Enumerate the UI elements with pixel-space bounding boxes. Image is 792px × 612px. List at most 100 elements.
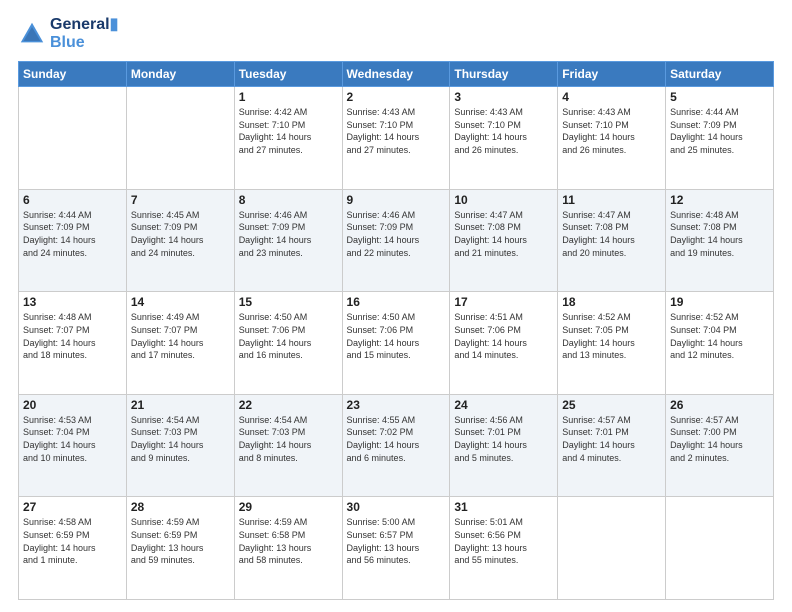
calendar-cell: 5 Sunrise: 4:44 AM Sunset: 7:09 PM Daylig… xyxy=(666,87,774,190)
day-info: Sunrise: 4:59 AM Sunset: 6:58 PM Dayligh… xyxy=(239,516,338,566)
day-info: Sunrise: 4:56 AM Sunset: 7:01 PM Dayligh… xyxy=(454,414,553,464)
calendar-week-5: 27 Sunrise: 4:58 AM Sunset: 6:59 PM Dayli… xyxy=(19,497,774,600)
calendar-cell: 22 Sunrise: 4:54 AM Sunset: 7:03 PM Dayli… xyxy=(234,394,342,497)
calendar-cell: 13 Sunrise: 4:48 AM Sunset: 7:07 PM Dayli… xyxy=(19,292,127,395)
day-number: 5 xyxy=(670,90,769,104)
page: General▮ Blue SundayMondayTuesdayWednesd… xyxy=(0,0,792,612)
calendar-cell: 10 Sunrise: 4:47 AM Sunset: 7:08 PM Dayli… xyxy=(450,189,558,292)
day-number: 20 xyxy=(23,398,122,412)
day-number: 12 xyxy=(670,193,769,207)
calendar-cell xyxy=(126,87,234,190)
day-info: Sunrise: 4:43 AM Sunset: 7:10 PM Dayligh… xyxy=(562,106,661,156)
day-number: 1 xyxy=(239,90,338,104)
day-number: 15 xyxy=(239,295,338,309)
day-info: Sunrise: 4:47 AM Sunset: 7:08 PM Dayligh… xyxy=(454,209,553,259)
day-info: Sunrise: 4:50 AM Sunset: 7:06 PM Dayligh… xyxy=(347,311,446,361)
weekday-header-wednesday: Wednesday xyxy=(342,62,450,87)
calendar-header: SundayMondayTuesdayWednesdayThursdayFrid… xyxy=(19,62,774,87)
day-info: Sunrise: 4:49 AM Sunset: 7:07 PM Dayligh… xyxy=(131,311,230,361)
calendar-table: SundayMondayTuesdayWednesdayThursdayFrid… xyxy=(18,61,774,600)
calendar-cell: 1 Sunrise: 4:42 AM Sunset: 7:10 PM Daylig… xyxy=(234,87,342,190)
calendar-cell: 18 Sunrise: 4:52 AM Sunset: 7:05 PM Dayli… xyxy=(558,292,666,395)
day-number: 9 xyxy=(347,193,446,207)
weekday-header-tuesday: Tuesday xyxy=(234,62,342,87)
day-number: 21 xyxy=(131,398,230,412)
day-number: 26 xyxy=(670,398,769,412)
day-info: Sunrise: 4:48 AM Sunset: 7:07 PM Dayligh… xyxy=(23,311,122,361)
day-number: 2 xyxy=(347,90,446,104)
calendar-cell: 3 Sunrise: 4:43 AM Sunset: 7:10 PM Daylig… xyxy=(450,87,558,190)
calendar-week-4: 20 Sunrise: 4:53 AM Sunset: 7:04 PM Dayli… xyxy=(19,394,774,497)
day-info: Sunrise: 4:52 AM Sunset: 7:04 PM Dayligh… xyxy=(670,311,769,361)
day-number: 3 xyxy=(454,90,553,104)
day-info: Sunrise: 4:58 AM Sunset: 6:59 PM Dayligh… xyxy=(23,516,122,566)
day-number: 13 xyxy=(23,295,122,309)
day-number: 18 xyxy=(562,295,661,309)
day-info: Sunrise: 4:48 AM Sunset: 7:08 PM Dayligh… xyxy=(670,209,769,259)
calendar-cell: 9 Sunrise: 4:46 AM Sunset: 7:09 PM Daylig… xyxy=(342,189,450,292)
calendar-cell: 17 Sunrise: 4:51 AM Sunset: 7:06 PM Dayli… xyxy=(450,292,558,395)
calendar-cell: 12 Sunrise: 4:48 AM Sunset: 7:08 PM Dayli… xyxy=(666,189,774,292)
day-info: Sunrise: 4:43 AM Sunset: 7:10 PM Dayligh… xyxy=(347,106,446,156)
calendar-cell: 11 Sunrise: 4:47 AM Sunset: 7:08 PM Dayli… xyxy=(558,189,666,292)
header: General▮ Blue xyxy=(18,16,774,51)
day-info: Sunrise: 4:42 AM Sunset: 7:10 PM Dayligh… xyxy=(239,106,338,156)
calendar-cell: 15Sunrise: 4:50 AM Sunset: 7:06 PM Dayli… xyxy=(234,292,342,395)
calendar-cell: 8Sunrise: 4:46 AM Sunset: 7:09 PM Daylig… xyxy=(234,189,342,292)
calendar-week-1: 1 Sunrise: 4:42 AM Sunset: 7:10 PM Daylig… xyxy=(19,87,774,190)
day-info: Sunrise: 4:51 AM Sunset: 7:06 PM Dayligh… xyxy=(454,311,553,361)
day-info: Sunrise: 4:47 AM Sunset: 7:08 PM Dayligh… xyxy=(562,209,661,259)
day-number: 31 xyxy=(454,500,553,514)
calendar-body: 1 Sunrise: 4:42 AM Sunset: 7:10 PM Daylig… xyxy=(19,87,774,600)
calendar-cell: 20 Sunrise: 4:53 AM Sunset: 7:04 PM Dayli… xyxy=(19,394,127,497)
day-info: Sunrise: 4:53 AM Sunset: 7:04 PM Dayligh… xyxy=(23,414,122,464)
day-info: Sunrise: 4:52 AM Sunset: 7:05 PM Dayligh… xyxy=(562,311,661,361)
day-info: Sunrise: 4:44 AM Sunset: 7:09 PM Dayligh… xyxy=(670,106,769,156)
calendar-cell: 4 Sunrise: 4:43 AM Sunset: 7:10 PM Daylig… xyxy=(558,87,666,190)
day-number: 22 xyxy=(239,398,338,412)
calendar-cell: 21Sunrise: 4:54 AM Sunset: 7:03 PM Dayli… xyxy=(126,394,234,497)
calendar-cell: 19Sunrise: 4:52 AM Sunset: 7:04 PM Dayli… xyxy=(666,292,774,395)
calendar-cell: 31 Sunrise: 5:01 AM Sunset: 6:56 PM Dayli… xyxy=(450,497,558,600)
calendar-cell: 14 Sunrise: 4:49 AM Sunset: 7:07 PM Dayli… xyxy=(126,292,234,395)
day-info: Sunrise: 4:55 AM Sunset: 7:02 PM Dayligh… xyxy=(347,414,446,464)
weekday-header-saturday: Saturday xyxy=(666,62,774,87)
day-number: 23 xyxy=(347,398,446,412)
day-info: Sunrise: 4:44 AM Sunset: 7:09 PM Dayligh… xyxy=(23,209,122,259)
day-number: 29 xyxy=(239,500,338,514)
day-number: 10 xyxy=(454,193,553,207)
calendar-cell: 23 Sunrise: 4:55 AM Sunset: 7:02 PM Dayli… xyxy=(342,394,450,497)
calendar-cell: 7Sunrise: 4:45 AM Sunset: 7:09 PM Daylig… xyxy=(126,189,234,292)
calendar-cell: 6Sunrise: 4:44 AM Sunset: 7:09 PM Daylig… xyxy=(19,189,127,292)
day-number: 27 xyxy=(23,500,122,514)
day-number: 16 xyxy=(347,295,446,309)
day-number: 8 xyxy=(239,193,338,207)
day-number: 7 xyxy=(131,193,230,207)
day-number: 14 xyxy=(131,295,230,309)
logo: General▮ Blue xyxy=(18,16,118,51)
weekday-header-friday: Friday xyxy=(558,62,666,87)
day-info: Sunrise: 4:43 AM Sunset: 7:10 PM Dayligh… xyxy=(454,106,553,156)
day-number: 25 xyxy=(562,398,661,412)
logo-text: General▮ Blue xyxy=(50,16,118,51)
day-number: 4 xyxy=(562,90,661,104)
day-info: Sunrise: 4:46 AM Sunset: 7:09 PM Dayligh… xyxy=(347,209,446,259)
day-info: Sunrise: 4:57 AM Sunset: 7:00 PM Dayligh… xyxy=(670,414,769,464)
calendar-cell: 24Sunrise: 4:56 AM Sunset: 7:01 PM Dayli… xyxy=(450,394,558,497)
calendar-cell: 30Sunrise: 5:00 AM Sunset: 6:57 PM Dayli… xyxy=(342,497,450,600)
day-number: 11 xyxy=(562,193,661,207)
day-info: Sunrise: 4:54 AM Sunset: 7:03 PM Dayligh… xyxy=(239,414,338,464)
weekday-header-monday: Monday xyxy=(126,62,234,87)
day-number: 17 xyxy=(454,295,553,309)
day-info: Sunrise: 5:01 AM Sunset: 6:56 PM Dayligh… xyxy=(454,516,553,566)
calendar-cell xyxy=(666,497,774,600)
calendar-cell xyxy=(558,497,666,600)
weekday-header-thursday: Thursday xyxy=(450,62,558,87)
day-number: 28 xyxy=(131,500,230,514)
weekday-header-row: SundayMondayTuesdayWednesdayThursdayFrid… xyxy=(19,62,774,87)
calendar-cell: 27 Sunrise: 4:58 AM Sunset: 6:59 PM Dayli… xyxy=(19,497,127,600)
weekday-header-sunday: Sunday xyxy=(19,62,127,87)
calendar-cell: 26 Sunrise: 4:57 AM Sunset: 7:00 PM Dayli… xyxy=(666,394,774,497)
day-info: Sunrise: 4:59 AM Sunset: 6:59 PM Dayligh… xyxy=(131,516,230,566)
calendar-cell: 28 Sunrise: 4:59 AM Sunset: 6:59 PM Dayli… xyxy=(126,497,234,600)
